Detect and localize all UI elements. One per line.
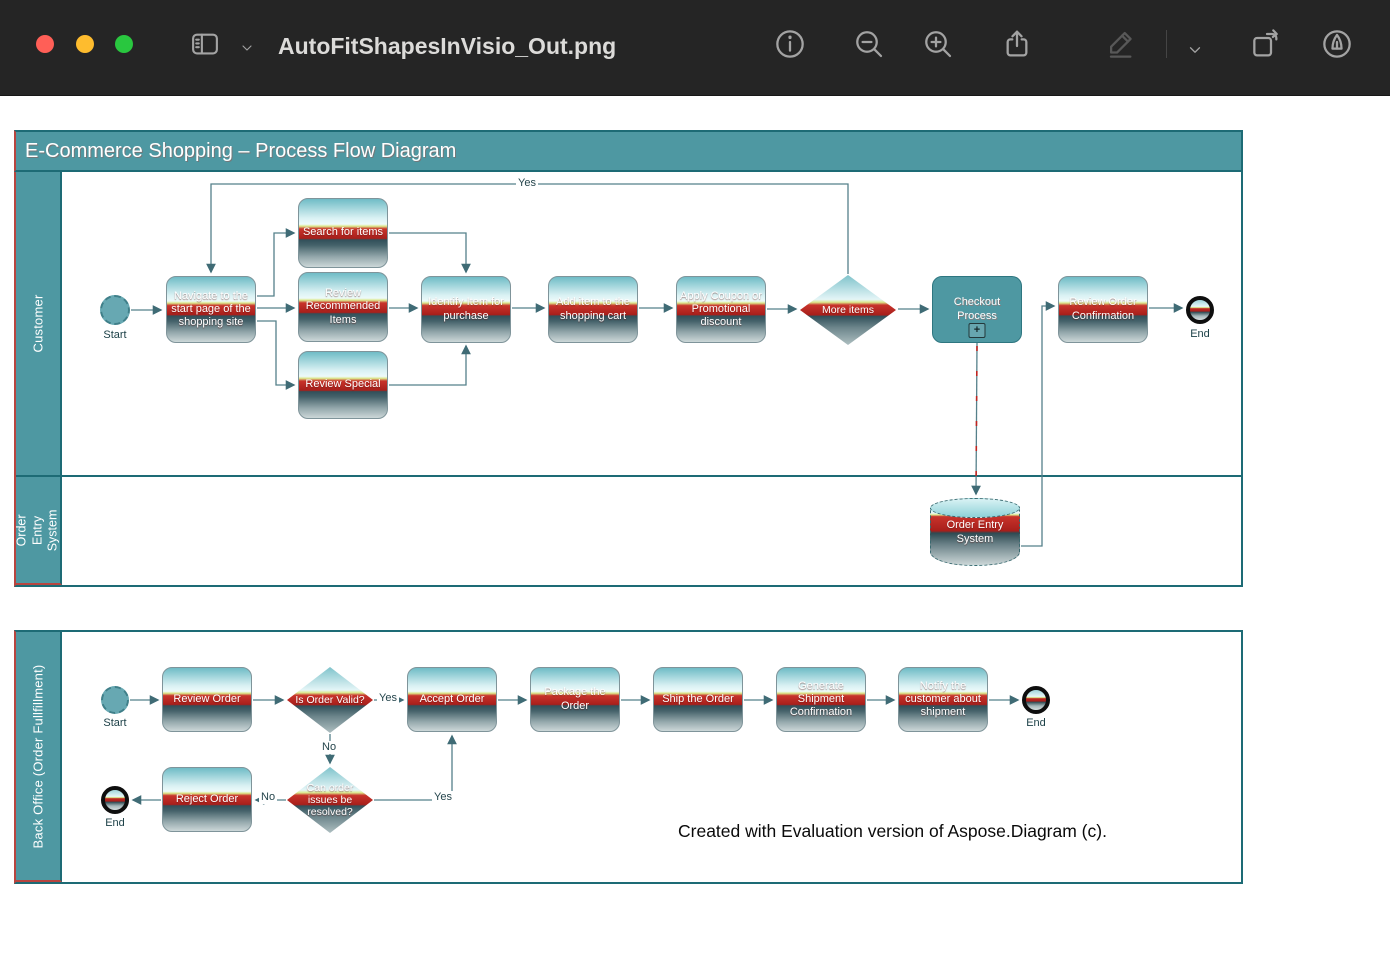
node-generate-confirmation: Generate Shipment Confirmation xyxy=(776,667,866,732)
cylinder-label: Order Entry System xyxy=(930,519,1020,547)
end-event-3 xyxy=(101,786,129,814)
node-order-entry-db: Order Entry System xyxy=(930,498,1020,566)
edge-label-valid-no: No xyxy=(320,741,338,754)
cylinder-top xyxy=(930,498,1020,518)
start-label-2: Start xyxy=(97,717,133,729)
node-review-recommended: Review Recommended Items xyxy=(298,272,388,342)
node-accept-order: Accept Order xyxy=(407,667,497,732)
edge-label-resolve-no: No xyxy=(259,791,277,804)
node-checkout-process: Checkout Process + xyxy=(932,276,1022,343)
node-apply-coupon: Apply Coupon or Promotional discount xyxy=(676,276,766,343)
end-label-2: End xyxy=(1018,717,1054,729)
node-package-order: Package the Order xyxy=(530,667,620,732)
node-search-items: Search for items xyxy=(298,198,388,268)
subprocess-plus-marker: + xyxy=(969,323,986,338)
node-review-special: Review Special xyxy=(298,351,388,419)
node-reject-order: Reject Order xyxy=(162,767,252,832)
start-event-1 xyxy=(100,295,130,325)
edge-label-resolve-yes: Yes xyxy=(432,791,454,804)
end-label-1: End xyxy=(1182,328,1218,340)
node-identify-item: Identify Item for purchase xyxy=(421,276,511,343)
node-ship-order: Ship the Order xyxy=(653,667,743,732)
start-event-2 xyxy=(101,686,129,714)
edge-label-valid-yes: Yes xyxy=(377,692,399,705)
node-navigate: Navigate to the start page of the shoppi… xyxy=(166,276,256,343)
end-event-2 xyxy=(1022,686,1050,714)
node-review-order: Review Order xyxy=(162,667,252,732)
end-label-3: End xyxy=(97,817,133,829)
node-review-confirmation: Review Order Confirmation xyxy=(1058,276,1148,343)
node-add-to-cart: Add item to the shopping cart xyxy=(548,276,638,343)
start-label-1: Start xyxy=(95,329,135,341)
preview-window: AutoFitShapesInVisio_Out.png E-Commerce … xyxy=(0,0,1390,976)
checkout-label: Checkout Process xyxy=(935,296,1019,322)
evaluation-watermark: Created with Evaluation version of Aspos… xyxy=(678,821,1107,842)
edge-label-yes-loop: Yes xyxy=(516,177,538,190)
node-notify-customer: Notify the customer about shipment xyxy=(898,667,988,732)
end-event-1 xyxy=(1186,296,1214,324)
